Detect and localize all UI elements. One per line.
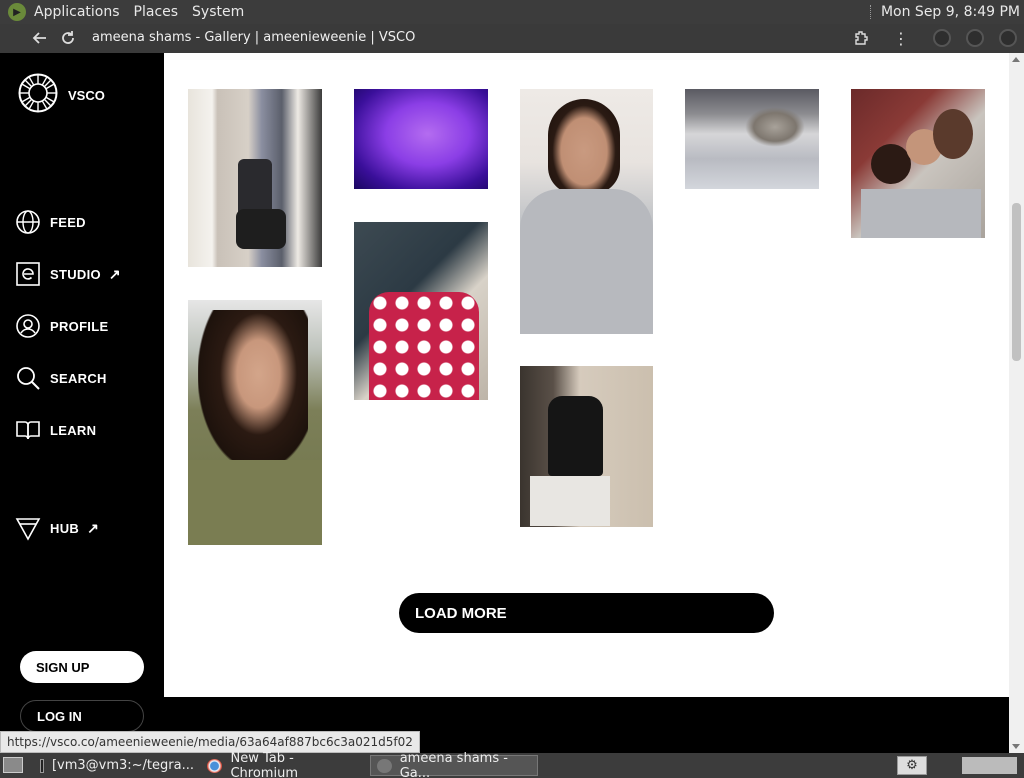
task-vsco-gallery-label: ameena shams - Ga... [399,750,508,778]
external-arrow-icon: ↗ [108,265,121,282]
clock-text: Mon Sep 9, 8:49 PM [880,4,1020,20]
globe-icon [15,209,41,235]
sign-up-button[interactable]: SIGN UP [20,651,144,683]
nav-search-label: SEARCH [50,370,107,386]
gallery-photo[interactable] [685,89,819,189]
gnome-logo-icon[interactable]: ▶ [8,3,26,21]
nav-studio[interactable]: STUDIO ↗ [15,261,121,287]
task-terminal[interactable]: [vm3@vm3:~/tegra... [34,755,200,776]
nav-feed[interactable]: FEED [15,209,86,235]
task-terminal-label: [vm3@vm3:~/tegra... [51,758,194,773]
search-icon [15,365,41,391]
maximize-button[interactable] [966,29,984,47]
gallery-photo[interactable] [520,366,653,527]
close-button[interactable] [999,29,1017,47]
gallery-photo[interactable] [851,89,985,238]
workspace-switcher-icon[interactable]: ⚙ [897,756,927,775]
nav-search[interactable]: SEARCH [15,365,107,391]
panel-separator [869,5,873,19]
top-panel: ▶ Applications Places System Mon Sep 9, … [0,0,1024,24]
page-scrollbar[interactable] [1009,53,1024,753]
scroll-up-icon[interactable] [1012,57,1020,62]
scrollbar-thumb[interactable] [1012,203,1021,361]
places-menu[interactable]: Places [134,4,179,20]
nav-profile[interactable]: PROFILE [15,313,108,339]
panel-clock[interactable]: Mon Sep 9, 8:49 PM [869,0,1020,24]
studio-icon [15,261,41,287]
page-title[interactable]: ameena shams - Gallery | ameenieweenie |… [92,30,415,45]
gallery-photo[interactable] [188,89,322,267]
gallery-photo[interactable] [354,89,488,189]
extensions-icon[interactable] [851,28,871,48]
vsco-logo[interactable]: VSCO [18,73,105,117]
system-menu[interactable]: System [192,4,244,20]
show-desktop-icon[interactable] [3,757,23,773]
vsco-brand-text: VSCO [68,87,105,103]
profile-icon [15,313,41,339]
load-more-button[interactable]: LOAD MORE [399,593,774,633]
scroll-down-icon[interactable] [1012,744,1020,749]
menu-dots-icon[interactable]: ⋮ [891,28,911,48]
nav-profile-label: PROFILE [50,318,109,334]
minimize-button[interactable] [933,29,951,47]
taskbar: [vm3@vm3:~/tegra... New Tab - Chromium a… [0,751,1024,778]
external-arrow-icon: ↗ [87,519,100,536]
nav-studio-label: STUDIO [50,266,101,282]
task-new-tab-label: New Tab - Chromium [230,750,298,778]
gallery-photo[interactable] [188,300,322,545]
chromium-icon [207,758,223,773]
sidebar: VSCO FEED STUDIO ↗ PROFILE SEARCH LEARN [0,53,164,753]
chromium-icon [377,758,392,773]
gallery-photo[interactable] [520,89,653,334]
nav-hub-label: HUB [50,520,80,536]
gallery-photo[interactable] [354,222,488,400]
nav-feed-label: FEED [50,214,86,230]
hub-icon [15,515,41,541]
log-in-button[interactable]: LOG IN [20,700,144,732]
nav-learn[interactable]: LEARN [15,417,96,443]
back-arrow-icon[interactable] [30,28,50,48]
task-new-tab[interactable]: New Tab - Chromium [201,751,367,778]
vsco-logo-icon [18,73,58,117]
applications-menu[interactable]: Applications [34,4,120,20]
panel-menus: ▶ Applications Places System [0,0,258,24]
book-icon [15,417,41,443]
gallery-main: LOAD MORE [164,53,1009,697]
task-vsco-gallery[interactable]: ameena shams - Ga... [370,751,538,778]
nav-hub[interactable]: HUB ↗ [15,515,99,541]
nav-learn-label: LEARN [50,422,97,438]
terminal-icon [40,758,44,773]
browser-toolbar: ameena shams - Gallery | ameenieweenie |… [0,24,1024,53]
reload-icon[interactable] [58,28,78,48]
tray-area[interactable] [962,757,1017,774]
